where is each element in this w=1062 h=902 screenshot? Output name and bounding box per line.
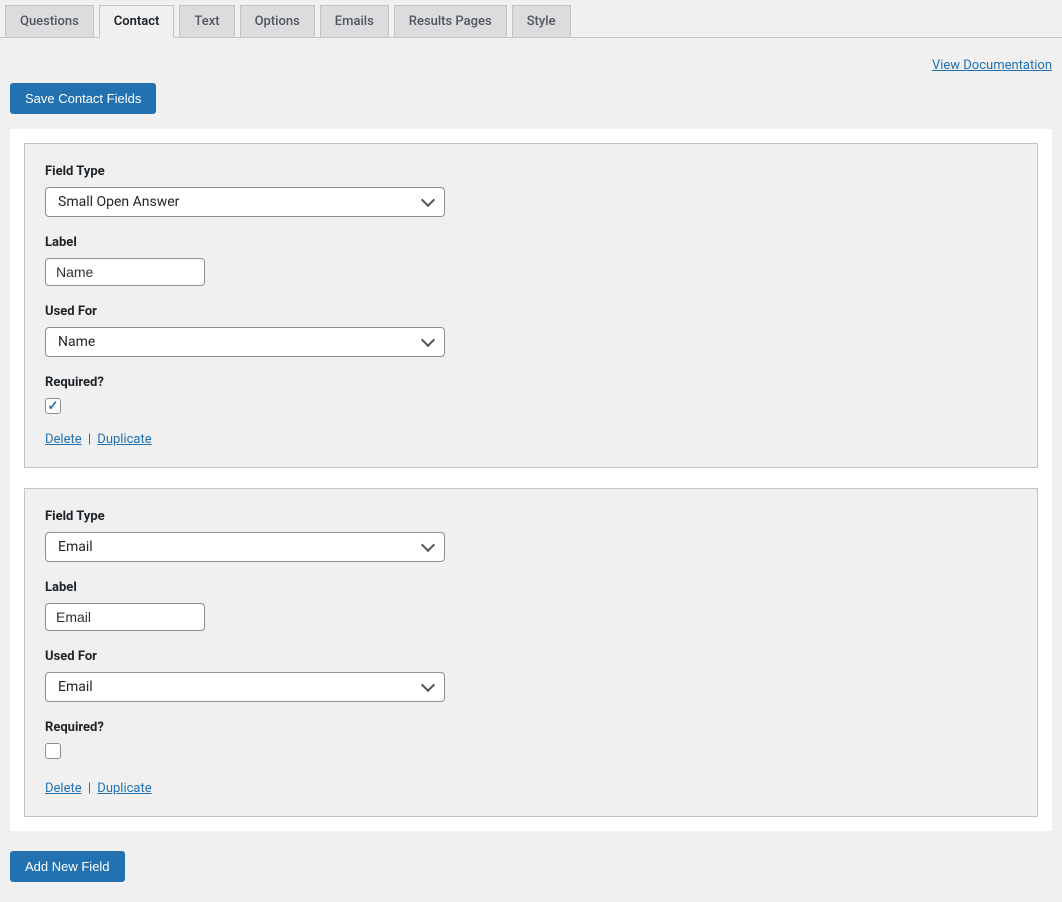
label-input[interactable] [45,258,205,286]
tab-emails[interactable]: Emails [320,5,389,37]
duplicate-link[interactable]: Duplicate [97,781,151,796]
field-type-select[interactable]: Small Open Answer [45,187,445,217]
tab-options[interactable]: Options [240,5,315,37]
label-label: Label [45,235,1017,250]
used-for-label: Used For [45,649,1017,664]
tab-questions[interactable]: Questions [5,5,94,37]
used-for-select[interactable]: Email [45,672,445,702]
label-label: Label [45,580,1017,595]
used-for-select[interactable]: Name [45,327,445,357]
required-label: Required? [45,375,1017,390]
add-new-field-button[interactable]: Add New Field [10,851,125,882]
action-separator: | [88,781,91,796]
field-box: Field Type Small Open Answer Label Used … [24,143,1038,468]
save-contact-fields-button[interactable]: Save Contact Fields [10,83,156,114]
required-checkbox[interactable] [45,743,61,759]
used-for-label: Used For [45,304,1017,319]
field-type-label: Field Type [45,509,1017,524]
label-input[interactable] [45,603,205,631]
tab-results-pages[interactable]: Results Pages [394,5,507,37]
action-separator: | [88,432,91,447]
required-label: Required? [45,720,1017,735]
tabs-bar: Questions Contact Text Options Emails Re… [0,0,1062,38]
fields-panel: Field Type Small Open Answer Label Used … [10,129,1052,831]
required-checkbox[interactable] [45,398,61,414]
field-type-label: Field Type [45,164,1017,179]
duplicate-link[interactable]: Duplicate [97,432,151,447]
tab-style[interactable]: Style [512,5,571,37]
delete-link[interactable]: Delete [45,432,82,447]
tab-contact[interactable]: Contact [99,5,175,38]
tab-text[interactable]: Text [179,5,234,37]
field-type-select[interactable]: Email [45,532,445,562]
field-box: Field Type Email Label Used For Email Re… [24,488,1038,817]
view-documentation-link[interactable]: View Documentation [932,58,1052,73]
delete-link[interactable]: Delete [45,781,82,796]
